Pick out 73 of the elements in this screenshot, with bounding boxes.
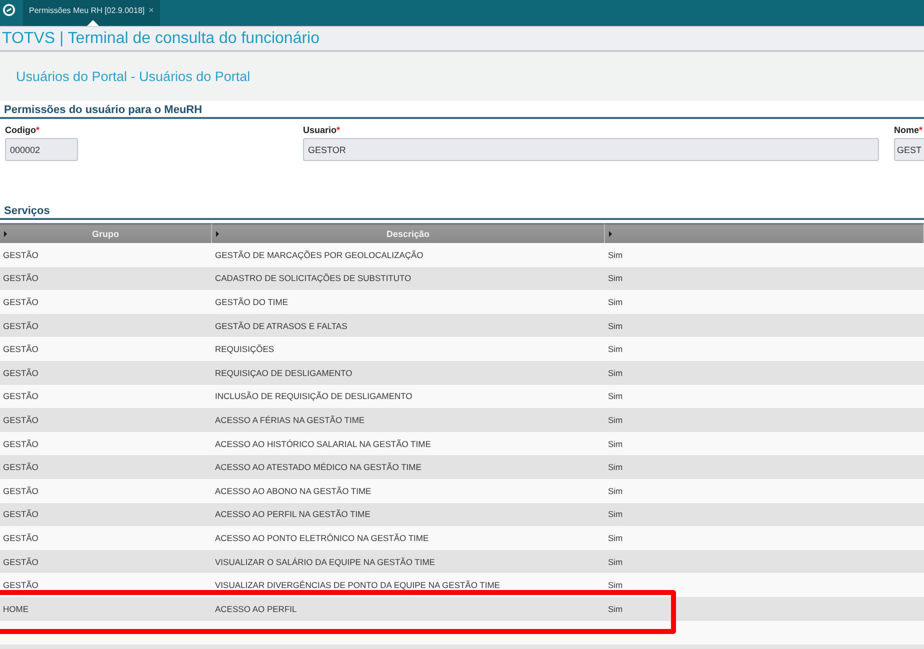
table-cell-text: GESTÃO [2, 248, 40, 262]
table-row[interactable]: GESTÃO VISUALIZAR O SALÁRIO DA EQUIPE NA GESTÃO TIME Sim [0, 550, 924, 574]
table-row[interactable]: GESTÃO ACESSO AO PONTO ELETRÔNICO NA GESTÃO TIME Sim [0, 526, 924, 550]
table-cell-text: ACESSO A FÉRIAS NA GESTÃO TIME [214, 414, 366, 427]
table-cell-text: CADASTRO DE SOLICITAÇÕES DE SUBSTITUTO [214, 272, 412, 286]
table-cell-text: ACESSO AO PONTO ELETRÔNICO NA GESTÃO TIME [214, 532, 430, 545]
field-label: Nome* [894, 125, 923, 136]
table-cell-text: Sim [607, 272, 624, 286]
table-cell-text: GESTÃO [2, 366, 40, 380]
table-cell-text: ACESSO AO ATESTADO MÉDICO NA GESTÃO TIME [214, 461, 422, 474]
table-cell-text: Sim [607, 296, 624, 309]
table-cell-text: Sim [607, 532, 624, 545]
table-row[interactable]: GESTÃO ACESSO AO ABONO NA GESTÃO TIME Sim [0, 478, 924, 503]
triangle-icon [216, 231, 219, 237]
table-cell-text: GESTÃO [2, 532, 40, 545]
tab-pointer-icon [87, 20, 99, 26]
table-cell-text: GESTÃO [2, 438, 40, 451]
table-cell-text: Sim [607, 461, 624, 474]
tab[interactable]: Permissões Meu RH [02.9.0018] × [23, 0, 160, 26]
table-cell-text: GESTÃO DO TIME [214, 296, 290, 309]
table-cell-text: Sim [607, 579, 624, 592]
table-cell-text: REQUISIÇÕES [214, 343, 276, 356]
table-cell-text: GESTÃO [2, 461, 40, 474]
table-cell-text: Sim [607, 343, 624, 356]
table-cell-text: Sim [607, 414, 624, 427]
table-row[interactable]: GESTÃO GESTÃO DO TIME Sim [0, 290, 924, 314]
table-cell-text: GESTÃO [2, 579, 40, 592]
table-cell-text: Sim [607, 556, 624, 569]
table-row[interactable]: GESTÃO ACESSO AO HISTÓRICO SALARIAL NA GESTÃO TIME Sim [0, 432, 924, 456]
table-cell-text: Sim [607, 366, 624, 380]
input-field[interactable]: GESTOR [303, 138, 879, 161]
table-cell-text: GESTÃO [2, 390, 40, 404]
close-icon[interactable]: × [148, 5, 154, 15]
triangle-icon [4, 231, 7, 237]
input-field[interactable]: GEST [894, 138, 924, 161]
table-cell-text: ACESSO AO HISTÓRICO SALARIAL NA GESTÃO TIME [214, 438, 432, 451]
table-cell-text: GESTÃO [2, 343, 40, 356]
table-row[interactable]: GESTÃO INCLUSÃO DE REQUISIÇÃO DE DESLIGAMENTO Sim [0, 384, 924, 408]
table-cell-text: GESTÃO [2, 320, 40, 333]
table-cell-text: GESTÃO DE MARCAÇÕES POR GEOLOCALIZAÇÃO [214, 248, 424, 262]
table-cell-text: GESTÃO DE ATRASOS E FALTAS [214, 320, 348, 333]
table-cell-text: Sim [607, 248, 624, 262]
table-cell-text: ACESSO AO PERFIL [214, 602, 298, 616]
table-cell-text: GESTÃO [2, 272, 40, 286]
table-cell-text: Sim [607, 438, 624, 451]
app-title: TOTVS | Terminal de consulta do funcionário [2, 30, 320, 48]
table-cell-text: Sim [607, 602, 624, 616]
table-cell-text: HOME [2, 602, 30, 616]
table-cell-text: GESTÃO [2, 414, 40, 427]
table-cell-text: Sim [607, 320, 624, 333]
table-cell-text: GESTÃO [2, 508, 40, 522]
table-cell-text: Sim [607, 390, 624, 404]
table-cell-text: Sim [607, 484, 624, 498]
table-row[interactable]: GESTÃO REQUISIÇÕES Sim [0, 337, 924, 361]
table-cell-text: ACESSO AO PERFIL NA GESTÃO TIME [214, 508, 372, 522]
table-cell-text: REQUISIÇAO DE DESLIGAMENTO [214, 366, 354, 380]
input-field[interactable]: 000002 [5, 138, 78, 161]
triangle-icon [609, 231, 612, 237]
table-cell-text: ACESSO AO ABONO NA GESTÃO TIME [214, 484, 372, 498]
table-cell-text: GESTÃO [2, 296, 40, 309]
table-cell-text: Sim [607, 508, 624, 522]
field-label: Usuario* [303, 125, 340, 136]
section-title: Serviços [0, 204, 924, 220]
table-cell-text: GESTÃO [2, 556, 40, 569]
circle-logo-icon[interactable] [3, 4, 15, 16]
section-title: Permissões do usuário para o MeuRH [0, 103, 924, 119]
table-row[interactable]: GESTÃO GESTÃO DE MARCAÇÕES POR GEOLOCALIZAÇÃO Sim [0, 243, 924, 267]
table-cell-text: INCLUSÃO DE REQUISIÇÃO DE DESLIGAMENTO [214, 390, 414, 404]
table-cell-text: VISUALIZAR DIVERGÊNCIAS DE PONTO DA EQUIPE NA GESTÃO TIME [214, 579, 501, 592]
page-title: Usuários do Portal - Usuários do Portal [16, 69, 250, 84]
table-cell-text: GESTÃO [2, 484, 40, 498]
table-cell-text: VISUALIZAR O SALÁRIO DA EQUIPE NA GESTÃO TIME [214, 556, 436, 569]
field-label: Codigo* [5, 125, 40, 136]
